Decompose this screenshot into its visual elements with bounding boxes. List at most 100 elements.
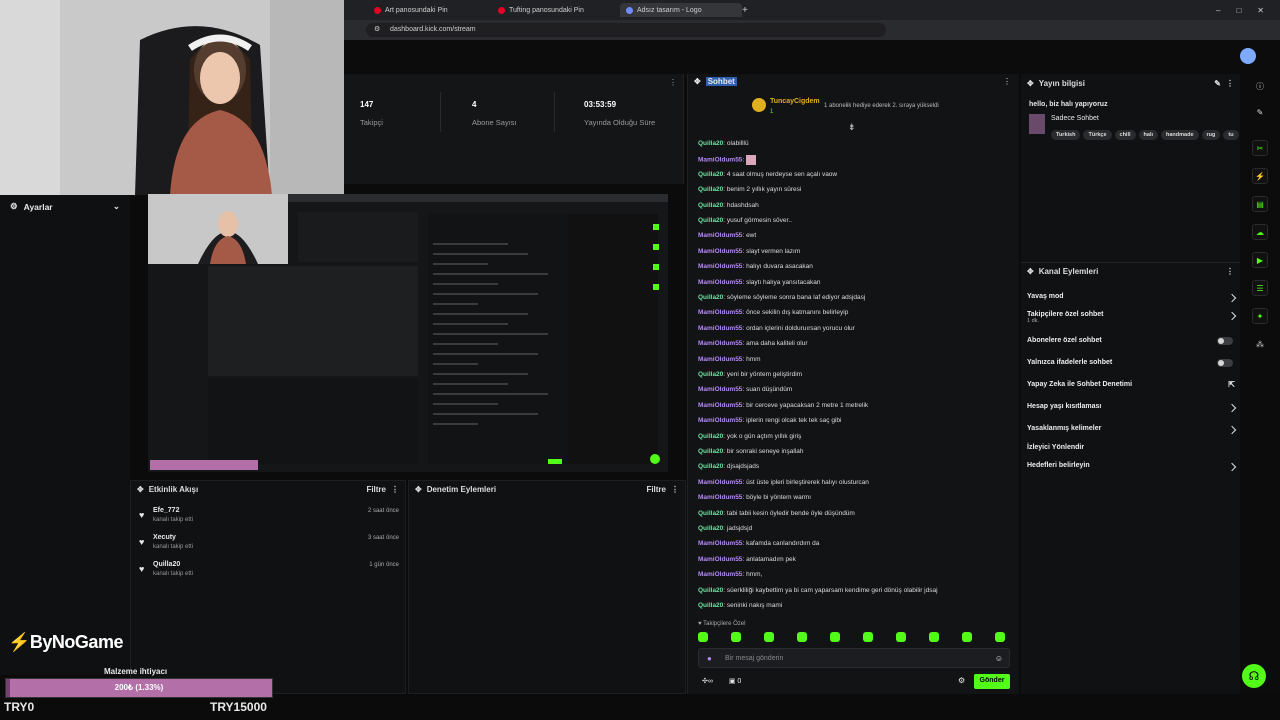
more-icon[interactable]: ⋮ [391, 485, 399, 494]
maximize-icon[interactable]: □ [1236, 6, 1241, 15]
channel-action-item[interactable]: Hedefleri belirleyin [1027, 462, 1237, 472]
url-bar[interactable]: ⚙ dashboard.kick.com/stream [366, 23, 886, 37]
chat-username[interactable]: Quilla20 [698, 186, 723, 193]
expand-icon[interactable]: ✥ [415, 485, 422, 494]
chat-username[interactable]: Quilla20 [698, 587, 723, 594]
close-icon[interactable]: ✕ [1257, 6, 1264, 15]
activity-user[interactable]: Quilla20 [153, 561, 180, 568]
chat-username[interactable]: MamiOldum55 [698, 340, 742, 347]
channel-action-item[interactable]: Yavaş mod [1027, 293, 1237, 303]
channel-action-item[interactable]: Hesap yaşı kısıtlaması [1027, 403, 1237, 413]
chat-username[interactable]: MamiOldum55 [698, 356, 742, 363]
info-icon[interactable]: ⓘ [1252, 78, 1268, 94]
chat-username[interactable]: MamiOldum55 [698, 571, 742, 578]
channel-action-item[interactable]: İzleyici Yönlendir [1027, 444, 1237, 451]
activity-user[interactable]: Efe_772 [153, 507, 179, 514]
emote-button[interactable] [896, 632, 906, 642]
send-button[interactable]: Gönder [974, 674, 1010, 689]
chat-username[interactable]: MamiOldum55 [698, 556, 742, 563]
chat-username[interactable]: Quilla20 [698, 602, 723, 609]
expand-icon[interactable]: ✥ [1027, 79, 1034, 88]
chat-username[interactable]: MamiOldum55 [698, 402, 742, 409]
support-icon[interactable]: ☊ [1242, 664, 1266, 688]
browser-tab[interactable]: Tufting panosundaki Pin [498, 3, 584, 17]
window-controls[interactable]: – □ ✕ [1216, 3, 1264, 17]
avatar[interactable] [1240, 48, 1256, 64]
more-icon[interactable]: ⋮ [669, 78, 677, 87]
emoji-icon[interactable]: ☺ [995, 654, 1003, 663]
emote-button[interactable] [962, 632, 972, 642]
filter-button[interactable]: Filtre [366, 485, 386, 494]
channel-action-item[interactable]: Abonelere özel sohbet [1027, 337, 1237, 345]
expand-icon[interactable]: ✥ [137, 485, 144, 494]
chat-username[interactable]: MamiOldum55 [698, 325, 742, 332]
chat-username[interactable]: MamiOldum55 [698, 417, 742, 424]
pinned-user[interactable]: TuncayCigdem [770, 98, 820, 105]
channel-action-item[interactable]: Yapay Zeka ile Sohbet Denetimi ⇱ [1027, 380, 1237, 389]
chat-username[interactable]: Quilla20 [698, 448, 723, 455]
chevron-down-icon[interactable]: ⌄ [113, 201, 120, 212]
chat-username[interactable]: MamiOldum55 [698, 232, 742, 239]
chat-input[interactable]: ● Bir mesaj gönderin ☺ [698, 648, 1010, 668]
channel-action-item[interactable]: Yasaklanmış kelimeler [1027, 425, 1237, 435]
toggle-switch[interactable] [1217, 337, 1233, 345]
raid-icon[interactable]: ⚡ [1252, 168, 1268, 184]
minimize-icon[interactable]: – [1216, 6, 1220, 15]
tag-chip[interactable]: handmade [1161, 130, 1199, 140]
more-icon[interactable]: ⋮ [1003, 77, 1011, 86]
chat-username[interactable]: MamiOldum55 [698, 540, 742, 547]
poll-icon[interactable]: ▤ [1252, 196, 1268, 212]
chat-username[interactable]: Quilla20 [698, 510, 723, 517]
settings-header[interactable]: ⚙ Ayarlar ⌄ [0, 195, 130, 218]
emote-button[interactable] [698, 632, 708, 642]
mic-icon[interactable]: ● [707, 654, 712, 663]
tools-icon[interactable]: ✦ [1252, 308, 1268, 324]
chat-username[interactable]: Quilla20 [698, 171, 723, 178]
expand-icon[interactable]: ✥ [694, 77, 701, 86]
stream-category[interactable]: Sadece Sohbet [1051, 115, 1099, 122]
tag-chip[interactable]: Turkish [1051, 130, 1081, 140]
tag-chip[interactable]: halı [1138, 130, 1159, 140]
filter-button[interactable]: Filtre [646, 485, 666, 494]
new-tab-icon[interactable]: + [742, 3, 748, 17]
share-icon[interactable]: ⁂ [1252, 336, 1268, 352]
list-icon[interactable]: ☰ [1252, 280, 1268, 296]
chat-username[interactable]: Quilla20 [698, 525, 723, 532]
more-icon[interactable]: ⋮ [1226, 79, 1234, 88]
emote-button[interactable] [731, 632, 741, 642]
more-icon[interactable]: ⋮ [671, 485, 679, 494]
video-icon[interactable]: ▶ [1252, 252, 1268, 268]
chat-username[interactable]: Quilla20 [698, 433, 723, 440]
channel-action-item[interactable]: Yalnızca ifadelerle sohbet [1027, 359, 1237, 367]
mod-tools-icon[interactable]: ✣∞ [702, 677, 713, 685]
tag-chip[interactable]: Türkçe [1083, 130, 1112, 140]
emote-button[interactable] [929, 632, 939, 642]
chat-username[interactable]: MamiOldum55 [698, 386, 742, 393]
clip-icon[interactable]: ✂ [1252, 140, 1268, 156]
activity-user[interactable]: Xecuty [153, 534, 176, 541]
browser-tab-active[interactable]: Adsız tasarım - Logo [620, 3, 742, 17]
emote-button[interactable] [863, 632, 873, 642]
edit-icon[interactable]: ✎ [1214, 79, 1221, 88]
chat-icon[interactable]: ☁ [1252, 224, 1268, 240]
site-info-icon[interactable]: ⚙ [374, 25, 380, 33]
expand-icon[interactable]: ✥ [1027, 267, 1034, 276]
chat-username[interactable]: MamiOldum55 [698, 157, 742, 164]
tag-chip[interactable]: chill [1114, 130, 1136, 140]
emote-button[interactable] [830, 632, 840, 642]
emote-button[interactable] [797, 632, 807, 642]
pin-collapse-icon[interactable]: ⇟ [848, 122, 856, 133]
emote-button[interactable] [995, 632, 1005, 642]
chat-username[interactable]: MamiOldum55 [698, 309, 742, 316]
chat-username[interactable]: Quilla20 [698, 371, 723, 378]
chat-username[interactable]: MamiOldum55 [698, 279, 742, 286]
chat-username[interactable]: Quilla20 [698, 202, 723, 209]
chat-username[interactable]: MamiOldum55 [698, 263, 742, 270]
chat-username[interactable]: MamiOldum55 [698, 494, 742, 501]
tag-chip[interactable]: tu [1223, 130, 1239, 140]
chat-username[interactable]: Quilla20 [698, 294, 723, 301]
pencil-icon[interactable]: ✎ [1252, 104, 1268, 120]
more-icon[interactable]: ⋮ [1226, 267, 1234, 276]
tag-chip[interactable]: rug [1201, 130, 1221, 140]
chat-username[interactable]: Quilla20 [698, 217, 723, 224]
